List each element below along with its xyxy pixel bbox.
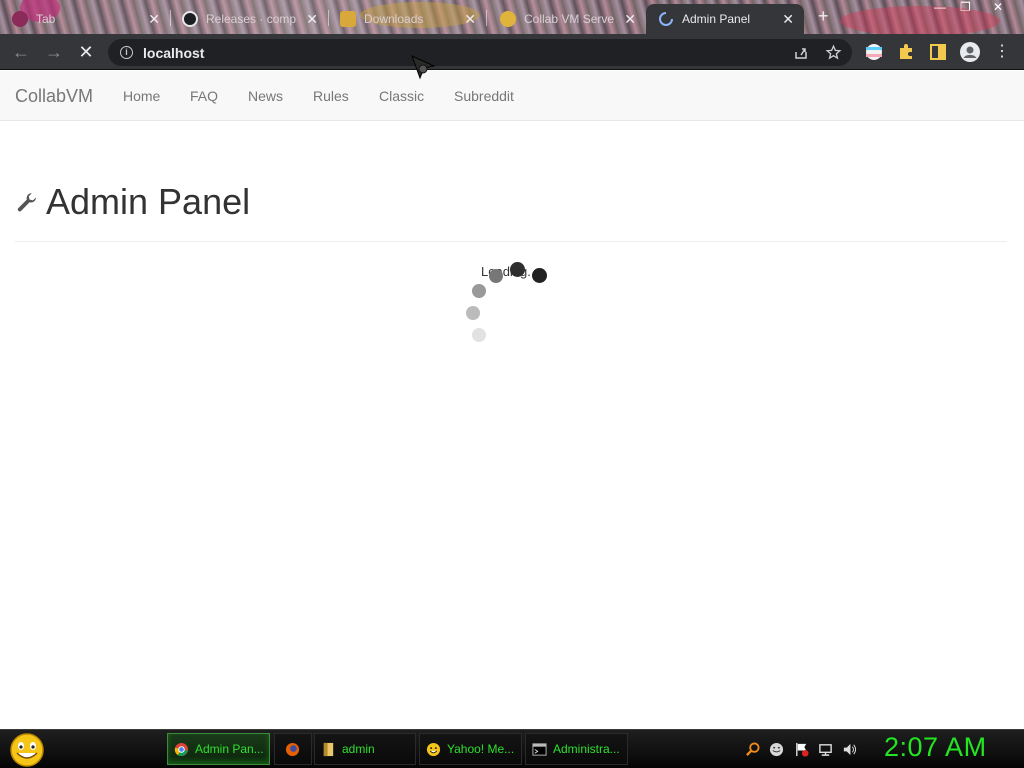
wallpaper-splash: [840, 6, 1000, 34]
tab-close-icon[interactable]: ✕: [306, 11, 318, 28]
browser-toolbar: ← → ✕ i localhost ⋮: [0, 34, 1024, 70]
minimize-button[interactable]: —: [934, 0, 946, 14]
wrench-icon: [17, 193, 36, 212]
tab-label: Downloads: [364, 12, 424, 26]
taskbar-item-command-prompt[interactable]: Administra...: [525, 733, 628, 765]
tab-2[interactable]: Releases · comp ✕: [170, 4, 328, 34]
taskbar-item-label: Admin Pan...: [195, 742, 264, 756]
tab-3[interactable]: Downloads ✕: [328, 4, 486, 34]
cmd-icon: [532, 742, 547, 756]
start-button-smiley-icon[interactable]: [8, 732, 46, 768]
nav-link-news[interactable]: News: [248, 88, 283, 104]
extensions-puzzle-icon[interactable]: [896, 42, 916, 62]
taskbar-item-firefox[interactable]: [274, 733, 312, 765]
tab-label: Tab: [36, 12, 56, 26]
tab-close-icon[interactable]: ✕: [148, 11, 160, 28]
page-title: Admin Panel: [46, 181, 251, 222]
browser-tab-strip: Tab ✕ Releases · comp ✕ Downloads ✕ Coll…: [0, 0, 1024, 34]
tab-close-icon[interactable]: ✕: [782, 11, 794, 28]
site-brand-link[interactable]: CollabVM: [15, 86, 93, 107]
network-icon[interactable]: [818, 742, 833, 757]
page-header: Admin Panel: [15, 181, 1007, 242]
loading-spinner: [466, 259, 556, 349]
close-window-button[interactable]: ✕: [993, 0, 1003, 14]
spinner-dot: [489, 269, 503, 283]
back-button[interactable]: ←: [9, 40, 33, 64]
tab-label: Collab VM Serve: [524, 12, 615, 26]
taskbar-item-label: admin: [342, 742, 375, 756]
loading-spinner-icon: [659, 12, 673, 26]
tab-favicon-icon: [12, 11, 28, 27]
spinner-dot: [472, 284, 486, 298]
side-panel-icon[interactable]: [928, 42, 948, 62]
taskbar-item-label: Administra...: [553, 742, 620, 756]
web-page: CollabVM Home FAQ News Rules Classic Sub…: [0, 71, 1024, 729]
nav-link-home[interactable]: Home: [123, 88, 160, 104]
nav-link-rules[interactable]: Rules: [313, 88, 349, 104]
extension-flag-icon[interactable]: [864, 42, 884, 62]
tab-close-icon[interactable]: ✕: [464, 11, 476, 28]
bookmark-star-icon[interactable]: [825, 44, 842, 61]
nav-link-classic[interactable]: Classic: [379, 88, 424, 104]
restore-button[interactable]: ❐: [960, 0, 971, 14]
site-navbar: CollabVM Home FAQ News Rules Classic Sub…: [0, 71, 1024, 121]
tab-label: Admin Panel: [682, 12, 751, 26]
url-text[interactable]: localhost: [143, 45, 204, 61]
tray-messenger-icon[interactable]: [769, 742, 784, 757]
profile-avatar-icon[interactable]: [959, 41, 981, 63]
spinner-dot: [466, 306, 480, 320]
taskbar-item-admin-folder[interactable]: admin: [314, 733, 416, 765]
address-bar[interactable]: i localhost: [108, 39, 852, 66]
tab-label: Releases · comp: [206, 12, 297, 26]
github-icon: [182, 11, 198, 27]
spinner-dot: [532, 268, 547, 283]
new-tab-button[interactable]: +: [818, 6, 829, 27]
tab-1[interactable]: Tab ✕: [0, 4, 170, 34]
share-icon[interactable]: [793, 45, 809, 61]
browser-menu-icon[interactable]: ⋮: [990, 40, 1014, 64]
spinner-dot: [510, 262, 525, 277]
forward-button[interactable]: →: [42, 40, 66, 64]
firefox-icon: [285, 742, 300, 756]
nav-link-faq[interactable]: FAQ: [190, 88, 218, 104]
tab-4[interactable]: Collab VM Serve ✕: [488, 4, 646, 34]
folder-icon: [323, 742, 334, 756]
stop-loading-button[interactable]: ✕: [74, 40, 98, 64]
nav-link-subreddit[interactable]: Subreddit: [454, 88, 514, 104]
search-icon[interactable]: [745, 742, 760, 757]
tab-admin-panel[interactable]: Admin Panel ✕: [646, 4, 804, 34]
downloads-favicon-icon: [340, 11, 356, 27]
taskbar-clock[interactable]: 2:07 AM: [884, 732, 987, 763]
tab-close-icon[interactable]: ✕: [624, 11, 636, 28]
tab-separator: [486, 10, 487, 26]
site-info-icon[interactable]: i: [120, 46, 133, 59]
taskbar-item-yahoo-messenger[interactable]: Yahoo! Me...: [419, 733, 522, 765]
chrome-icon: [174, 742, 189, 756]
taskbar-item-label: Yahoo! Me...: [447, 742, 515, 756]
yahoo-messenger-icon: [426, 742, 441, 756]
mouse-cursor-icon: [411, 55, 436, 80]
action-center-flag-icon[interactable]: [794, 742, 809, 757]
taskbar: Admin Pan... admin Yahoo! Me... Administ…: [0, 729, 1024, 768]
volume-icon[interactable]: [842, 742, 857, 757]
collabvm-favicon-icon: [500, 11, 516, 27]
taskbar-item-chrome[interactable]: Admin Pan...: [167, 733, 270, 765]
spinner-dot: [472, 328, 486, 342]
